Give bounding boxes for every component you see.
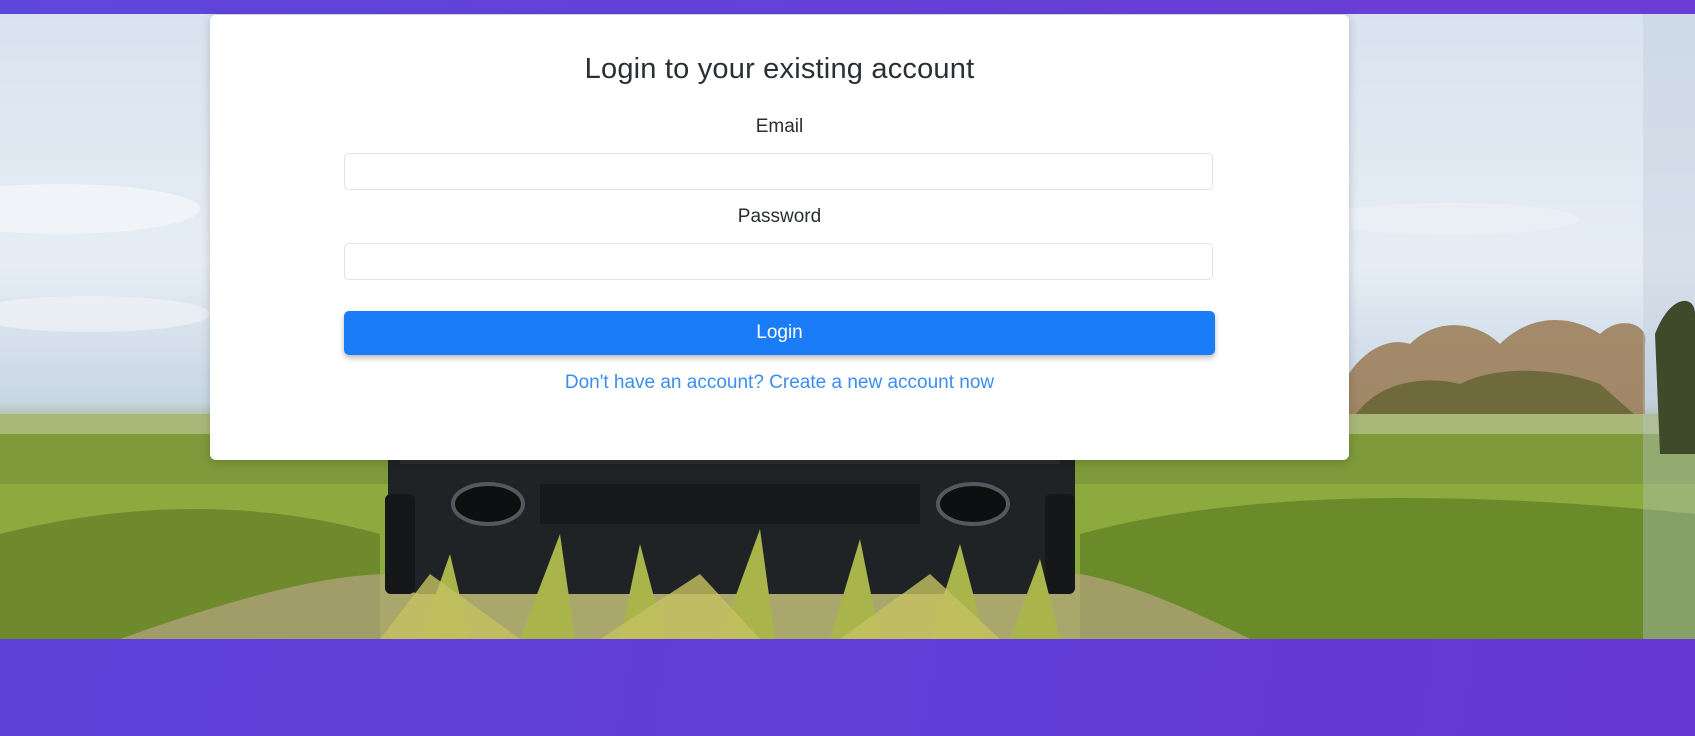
login-title: Login to your existing account	[584, 53, 975, 85]
top-bar	[0, 0, 1695, 14]
email-field[interactable]	[344, 153, 1213, 190]
footer-band	[0, 639, 1695, 736]
email-label: Email	[755, 116, 804, 137]
create-account-link[interactable]: Don't have an account? Create a new acco…	[210, 372, 1349, 394]
password-label: Password	[737, 206, 822, 227]
password-field[interactable]	[344, 243, 1213, 280]
login-card: Login to your existing account Email Pas…	[210, 15, 1349, 460]
login-button[interactable]: Login	[344, 311, 1215, 355]
